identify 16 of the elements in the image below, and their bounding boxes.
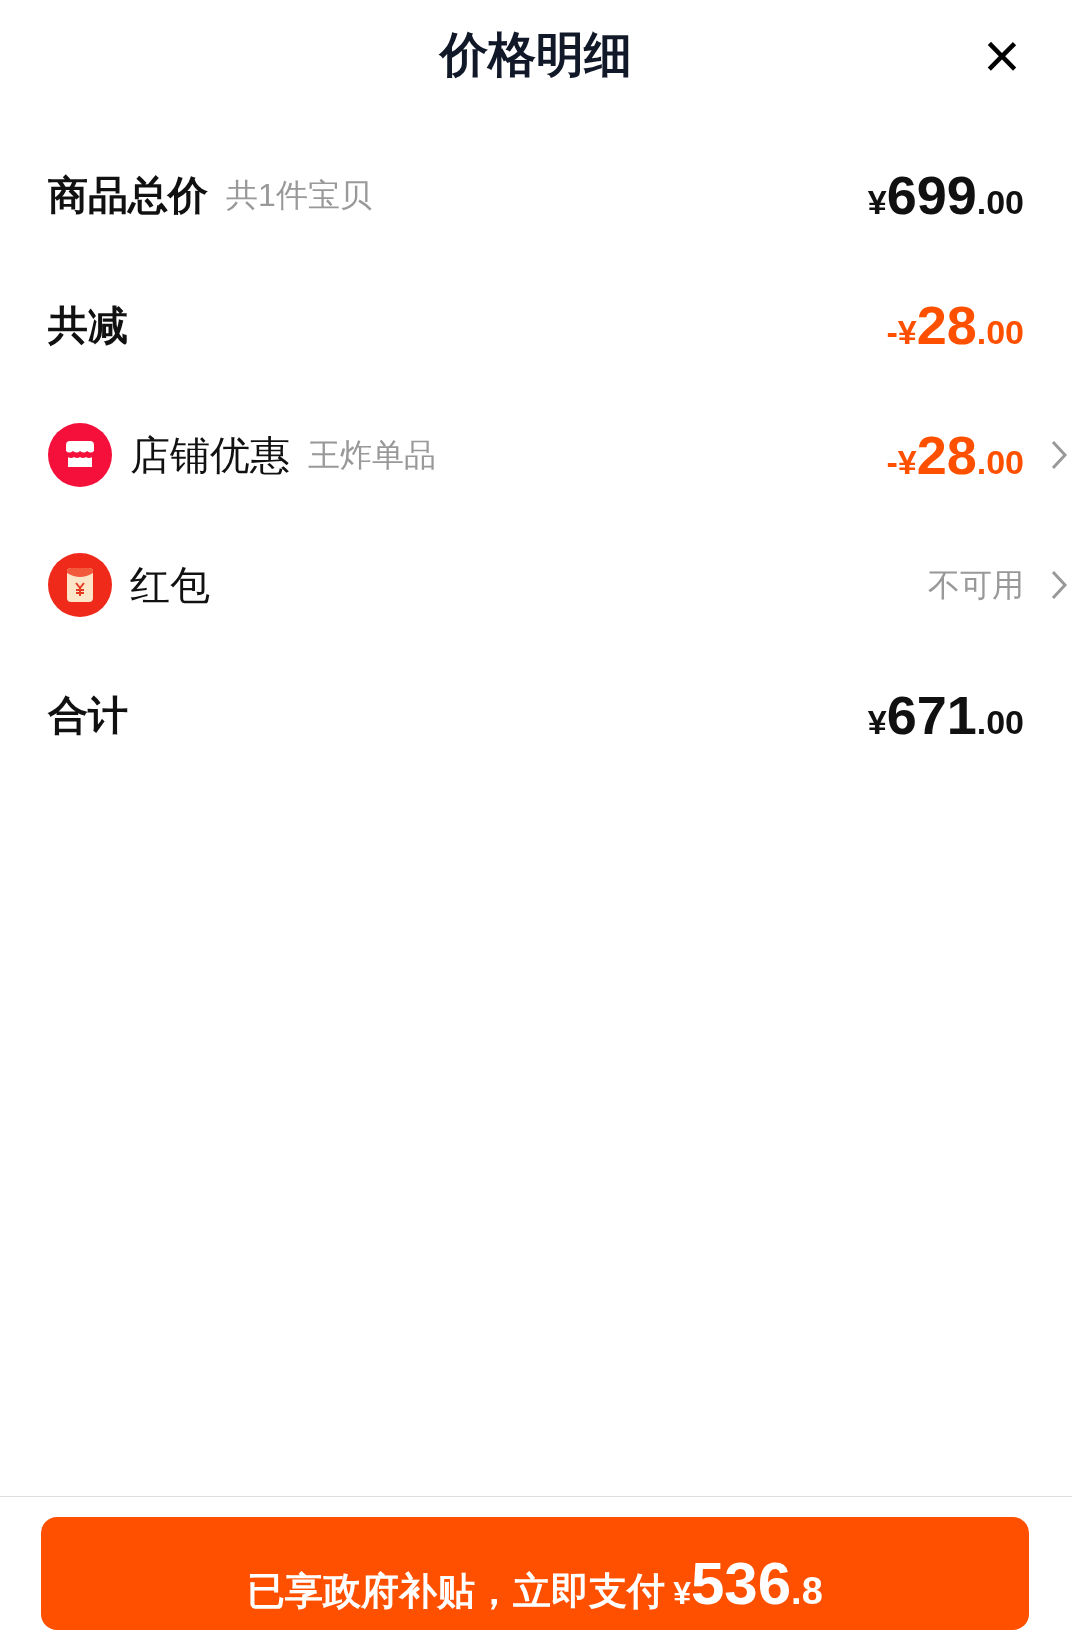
row-label: 店铺优惠 — [130, 432, 290, 479]
close-button[interactable]: × — [976, 28, 1028, 84]
price-text: ¥671.00 — [867, 683, 1024, 747]
shop-icon — [48, 423, 112, 487]
row-label: 商品总价 — [48, 172, 208, 219]
row-label: 红包 — [130, 562, 210, 609]
price-text: -¥28.00 — [886, 423, 1024, 487]
row-label: 合计 — [48, 692, 128, 739]
price-text: ¥699.00 — [867, 163, 1024, 227]
status-text: 不可用 — [928, 566, 1024, 605]
row-label: 共减 — [48, 302, 128, 349]
row-note: 共1件宝贝 — [226, 176, 372, 215]
row-note: 王炸单品 — [308, 436, 436, 475]
envelope-icon — [48, 553, 112, 617]
price-text: -¥28.00 — [886, 293, 1024, 357]
sheet-title: 价格明细 — [440, 27, 632, 83]
